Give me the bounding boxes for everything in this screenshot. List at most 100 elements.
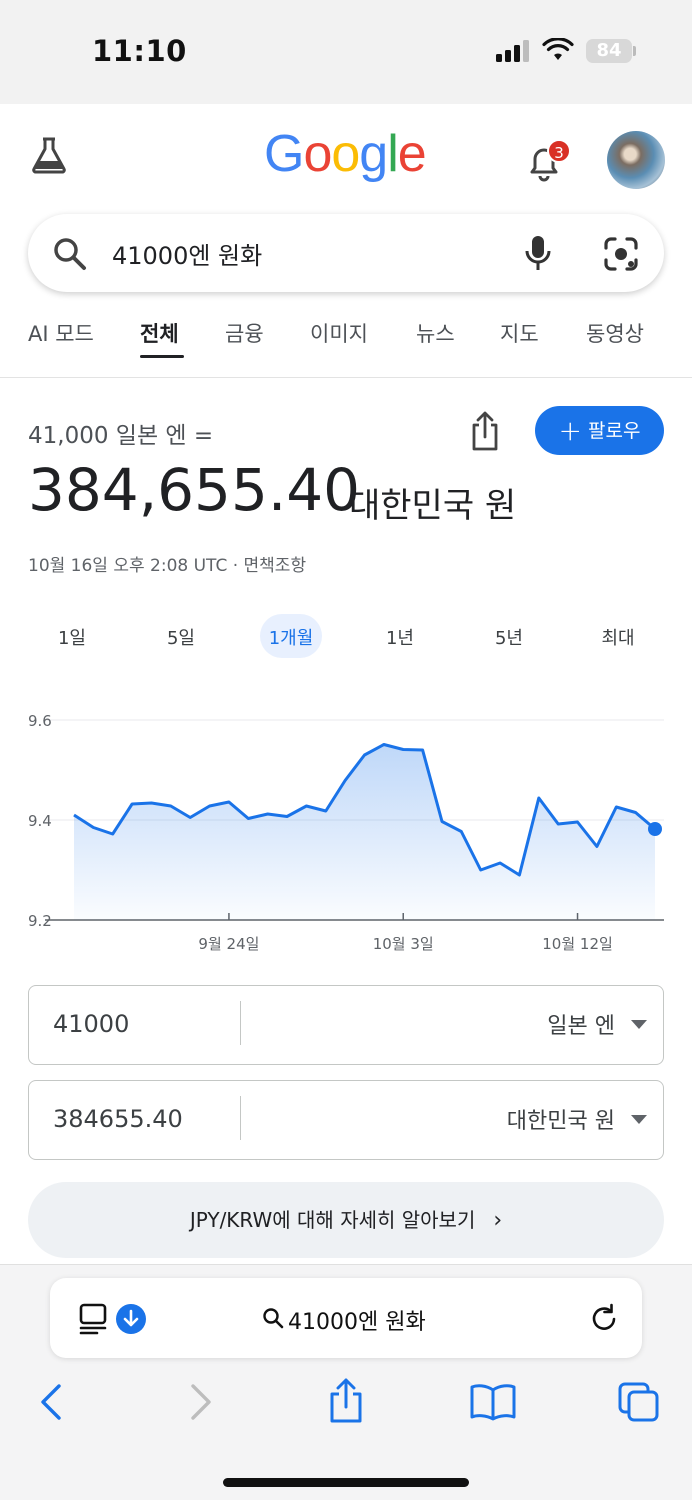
chart-point [497, 860, 503, 866]
chart-area-fill [74, 744, 655, 920]
home-indicator [223, 1478, 469, 1487]
conversion-source-line: 41,000 일본 엔 = [28, 423, 214, 449]
tab-maps[interactable]: 지도 [500, 318, 539, 348]
chart-point [245, 816, 251, 822]
conversion-result-value: 384,655.40 [28, 456, 361, 524]
logo-letter: o [331, 125, 360, 183]
chart-point [400, 747, 406, 753]
google-logo[interactable]: Google [264, 124, 427, 184]
chart-point [187, 815, 193, 821]
to-currency-field: 384655.40 대한민국 원 [28, 1080, 664, 1160]
bookmarks-icon[interactable] [468, 1382, 518, 1422]
chart-point [265, 811, 271, 817]
from-amount-input[interactable]: 41000 [53, 1010, 129, 1038]
logo-letter: o [303, 125, 332, 183]
chart-point [148, 800, 154, 806]
notification-badge: 3 [547, 139, 571, 163]
dropdown-caret-icon[interactable] [631, 1020, 647, 1029]
tab-ai-mode[interactable]: AI 모드 [28, 318, 94, 348]
chart-point [478, 867, 484, 873]
from-currency-field: 41000 일본 엔 [28, 985, 664, 1065]
range-1d[interactable]: 1일 [42, 624, 102, 650]
labs-flask-icon[interactable] [30, 136, 68, 174]
range-5y[interactable]: 5년 [479, 624, 539, 650]
range-max[interactable]: 최대 [588, 624, 648, 650]
rate-timestamp[interactable]: 10월 16일 오후 2:08 UTC · 면책조항 [28, 551, 306, 576]
chart-x-tick-label: 10월 3일 [373, 935, 434, 953]
tab-finance[interactable]: 금융 [225, 318, 264, 348]
logo-letter: g [359, 125, 388, 183]
chart-y-tick-label: 9.6 [28, 712, 52, 730]
chart-point [420, 747, 426, 753]
reload-icon[interactable] [588, 1302, 620, 1334]
logo-letter: G [264, 125, 304, 183]
chart-point [207, 803, 213, 809]
search-icon [54, 238, 86, 270]
chart-y-tick-label: 9.4 [28, 812, 52, 830]
chart-point [594, 844, 600, 850]
url-text[interactable]: 41000엔 원화 [288, 1304, 426, 1336]
field-divider [240, 1096, 241, 1140]
exchange-rate-chart[interactable]: 9.6 9.4 9.2 9월 24일 10월 3일 10월 12일 [0, 690, 692, 970]
chart-point [381, 742, 387, 748]
range-1m[interactable]: 1개월 [261, 624, 321, 650]
status-time: 11:10 [92, 34, 187, 68]
chart-point [110, 831, 116, 837]
chart-point [342, 778, 348, 784]
avatar[interactable] [607, 131, 665, 189]
back-icon[interactable] [38, 1382, 64, 1422]
wifi-icon [542, 38, 574, 60]
chart-point [303, 803, 309, 809]
chart-y-tick-label: 9.2 [28, 912, 52, 930]
from-currency-select[interactable]: 일본 엔 [547, 1008, 615, 1040]
plus-icon: + [558, 414, 582, 447]
chart-point [536, 795, 542, 801]
range-5d[interactable]: 5일 [151, 624, 211, 650]
chart-point [633, 810, 639, 816]
to-currency-select[interactable]: 대한민국 원 [507, 1103, 615, 1135]
chart-current-point [648, 822, 662, 836]
battery-tip [633, 46, 636, 56]
search-input[interactable]: 41000엔 원화 [112, 236, 262, 271]
dropdown-caret-icon[interactable] [631, 1115, 647, 1124]
chart-point [439, 819, 445, 825]
tabs-icon[interactable] [616, 1380, 662, 1424]
chart-point [226, 799, 232, 805]
chart-point [323, 808, 329, 814]
chart-point [129, 801, 135, 807]
tab-videos[interactable]: 동영상 [586, 318, 644, 348]
range-1y[interactable]: 1년 [370, 624, 430, 650]
cellular-signal-icon [496, 40, 529, 62]
tab-all[interactable]: 전체 [140, 318, 179, 348]
chart-point [90, 825, 96, 831]
chevron-right-icon: › [493, 1208, 503, 1233]
field-divider [240, 1001, 241, 1045]
share-icon[interactable] [468, 410, 502, 452]
chart-x-tick-label: 10월 12일 [542, 935, 613, 953]
learn-more-button[interactable]: JPY/KRW에 대해 자세히 알아보기 › [28, 1182, 664, 1258]
battery-indicator: 84 [586, 39, 632, 63]
url-search-icon [263, 1308, 284, 1329]
active-tab-indicator [140, 355, 184, 358]
to-amount-input[interactable]: 384655.40 [53, 1105, 183, 1133]
chart-point [555, 821, 561, 827]
chart-point [575, 819, 581, 825]
tab-news[interactable]: 뉴스 [416, 318, 455, 348]
page-menu-icon[interactable] [78, 1302, 108, 1336]
chart-x-tick-label: 9월 24일 [198, 935, 259, 953]
forward-icon[interactable] [188, 1382, 214, 1422]
google-lens-icon[interactable] [603, 236, 639, 272]
tab-images[interactable]: 이미지 [310, 318, 368, 348]
chart-point [458, 829, 464, 835]
browser-share-icon[interactable] [326, 1376, 366, 1424]
logo-letter: e [397, 125, 427, 183]
conversion-result-unit: 대한민국 원 [349, 486, 517, 526]
logo-letter: l [387, 125, 399, 183]
download-icon[interactable] [116, 1304, 146, 1334]
follow-button[interactable]: + 팔로우 [535, 406, 664, 455]
chart-point [284, 814, 290, 820]
microphone-icon[interactable] [524, 234, 552, 272]
chart-point [71, 812, 77, 818]
chart-point [516, 872, 522, 878]
chart-point [362, 752, 368, 758]
